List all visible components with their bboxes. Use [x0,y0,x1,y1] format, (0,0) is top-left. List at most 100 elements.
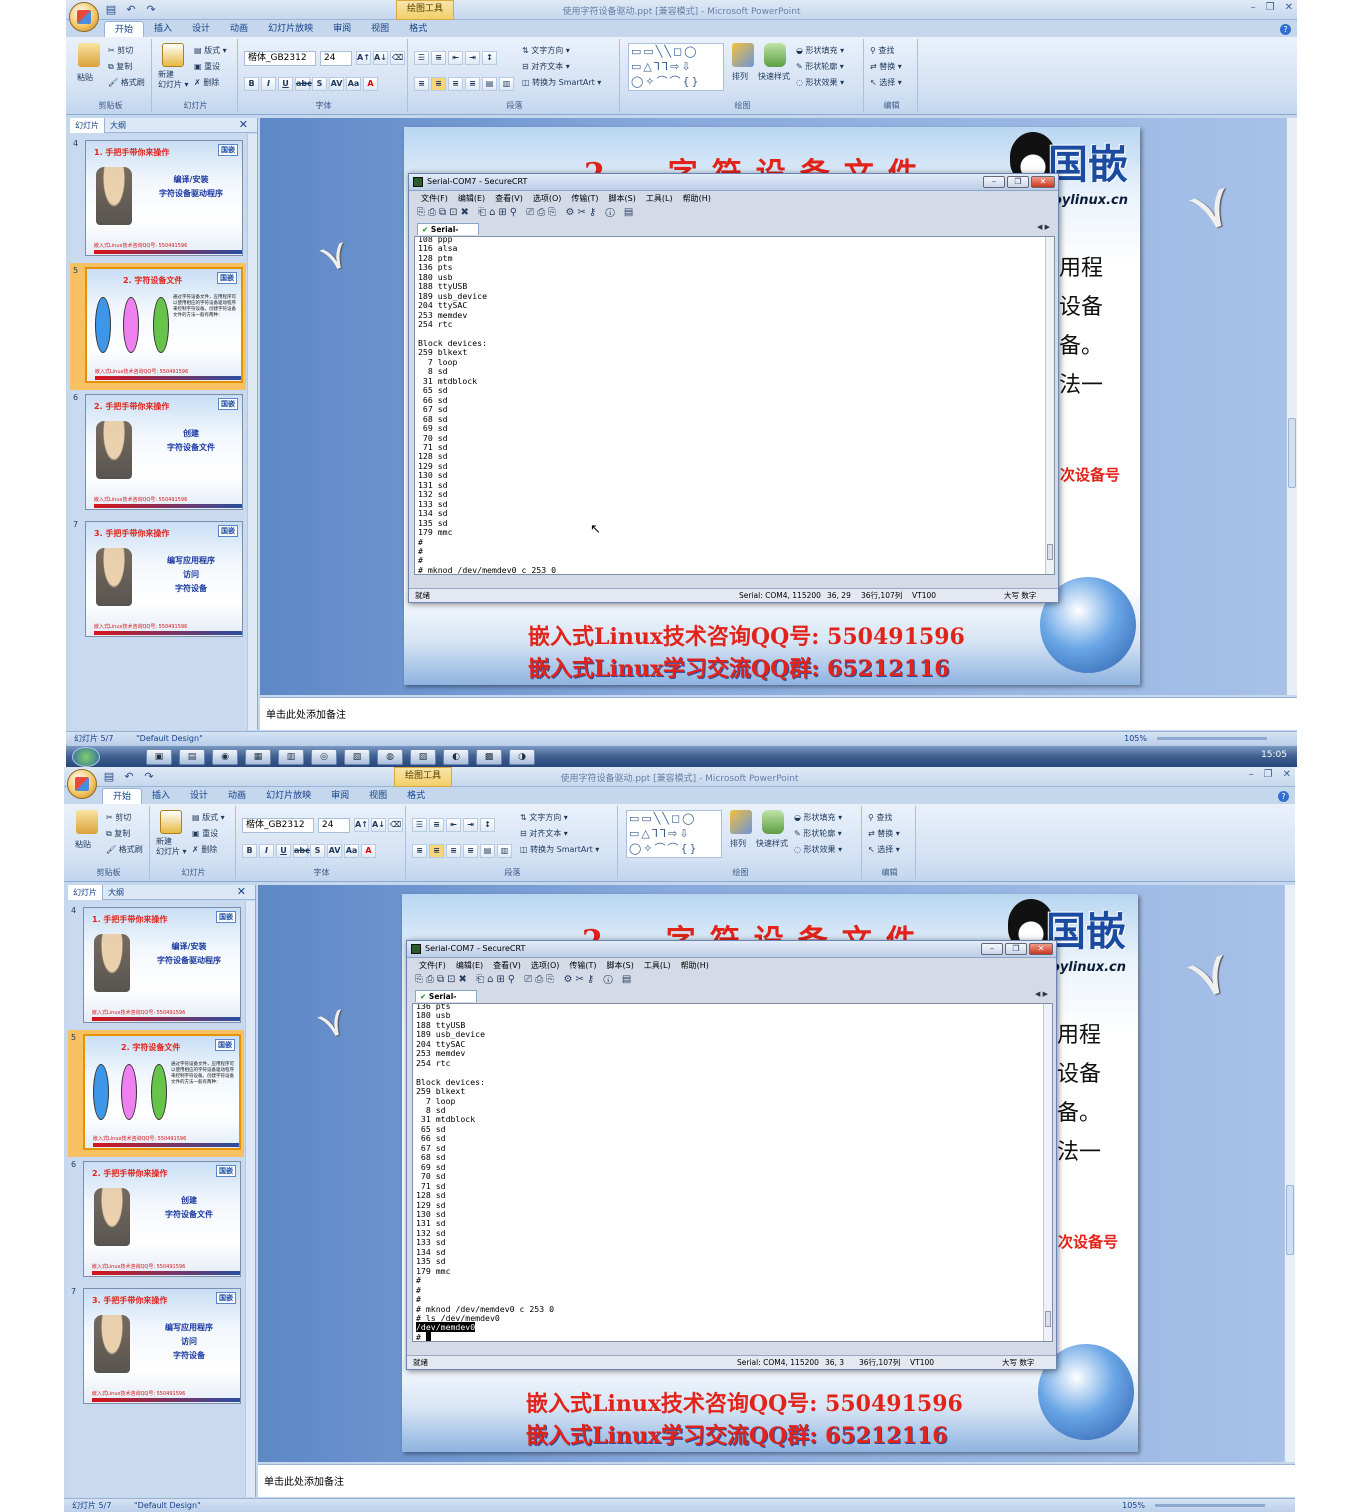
tab-review[interactable]: 审阅 [323,21,361,37]
font-size-select[interactable]: 24 [318,818,350,833]
menu-help[interactable]: 帮助(H) [683,192,711,205]
shape-fill-button[interactable]: ◒ 形状填充 ▾ [794,812,842,823]
grow-font-icon[interactable]: A↑ [354,818,369,832]
slide-thumbnail[interactable]: 2. 手把手带你来操作 国嵌 创建 字符设备文件 嵌入式Linux技术咨询QQ号:… [85,394,243,510]
select-button[interactable]: ↖ 选择 ▾ [868,844,900,855]
new-slide-icon[interactable] [162,43,184,67]
slide-thumbnail[interactable]: 3. 手把手带你来操作 国嵌 编写应用程序 访问 字符设备 嵌入式Linux技术咨询… [83,1288,241,1404]
decrease-indent-icon[interactable]: ⇤ [448,51,463,65]
status-zoom[interactable]: 105% [1124,732,1147,745]
thumbnail-row[interactable]: 4 1. 手把手带你来操作 国嵌 编译/安装 字符设备驱动程序 嵌入式Linux技… [68,903,244,1030]
paste-icon[interactable] [76,810,98,834]
layout-button[interactable]: ▤ 版式 ▾ [192,812,225,823]
taskbar-app-icon[interactable]: ▥ [278,749,304,765]
text-direction-button[interactable]: ⇅ 文字方向 ▾ [522,45,570,56]
tab-slideshow[interactable]: 幻灯片放映 [258,21,323,37]
tab-format[interactable]: 格式 [397,788,435,804]
terminal-output[interactable]: 136 pts 180 usb 188 ttyUSB 189 usb_devic… [412,1003,1053,1342]
paste-button[interactable]: 粘贴 [75,839,91,850]
cut-button[interactable]: ✂ 剪切 [106,812,131,823]
menu-script[interactable]: 脚本(S) [607,959,634,972]
minimize-icon[interactable]: – [983,176,1005,188]
italic-icon[interactable]: I [261,77,276,91]
slide-thumbnail[interactable]: 3. 手把手带你来操作 国嵌 编写应用程序 访问 字符设备 嵌入式Linux技术咨询… [85,521,243,637]
menu-edit[interactable]: 编辑(E) [456,959,483,972]
menu-script[interactable]: 脚本(S) [609,192,636,205]
shadow-icon[interactable]: S [312,77,327,91]
replace-button[interactable]: ⇄ 替换 ▾ [870,61,902,72]
status-zoom[interactable]: 105% [1122,1499,1145,1512]
close-panel-icon[interactable]: ✕ [234,118,253,132]
align-right-icon[interactable]: ≡ [448,77,463,91]
menu-edit[interactable]: 编辑(E) [458,192,485,205]
paste-icon[interactable] [78,43,100,67]
tab-animations[interactable]: 动画 [220,21,258,37]
session-tab[interactable]: ✔ Serial-COM7 [415,990,477,1012]
shrink-font-icon[interactable]: A↓ [371,818,386,832]
terminal-scrollbar[interactable] [1045,237,1054,574]
terminal-scrollbar[interactable] [1043,1004,1052,1341]
taskbar-app-icon[interactable]: ◎ [311,749,337,765]
tab-slides[interactable]: 幻灯片 [70,118,105,133]
bold-icon[interactable]: B [242,844,257,858]
format-painter-button[interactable]: 🖌 格式刷 [106,844,143,855]
font-name-select[interactable]: 楷体_GB2312 [242,818,314,833]
align-left-icon[interactable]: ≡ [412,844,427,858]
menu-options[interactable]: 选项(O) [531,959,560,972]
delete-slide-button[interactable]: ✗ 删除 [192,844,217,855]
quick-styles-icon[interactable] [764,43,786,67]
tab-view[interactable]: 视图 [361,21,399,37]
shrink-font-icon[interactable]: A↓ [373,51,388,65]
arrange-button[interactable]: 排列 [730,838,746,849]
find-button[interactable]: ⚲ 查找 [870,45,894,56]
quick-styles-button[interactable]: 快速样式 [758,71,790,82]
format-painter-button[interactable]: 🖌 格式刷 [108,77,145,88]
taskbar-app-icon[interactable]: ◍ [377,749,403,765]
taskbar-app-icon[interactable]: ▣ [146,749,172,765]
menu-options[interactable]: 选项(O) [533,192,562,205]
tab-insert[interactable]: 插入 [144,21,182,37]
shapes-gallery[interactable]: ▭▭╲╲◻◯ ▭△⅂⅂⇨⇩ ◯✧⌒⌒{} [628,43,724,91]
font-name-select[interactable]: 楷体_GB2312 [244,51,316,66]
tab-outline[interactable]: 大纲 [105,118,131,133]
tab-insert[interactable]: 插入 [142,788,180,804]
menu-tools[interactable]: 工具(L) [644,959,671,972]
align-center-icon[interactable]: ≡ [429,844,444,858]
minimize-icon[interactable]: – [1249,769,1254,780]
stage-scrollbar[interactable] [1284,885,1295,1462]
slide-thumbnail[interactable]: 1. 手把手带你来操作 国嵌 编译/安装 字符设备驱动程序 嵌入式Linux技术咨… [85,140,243,256]
columns-icon[interactable]: ▥ [497,844,512,858]
numbering-icon[interactable]: ≡ [431,51,446,65]
new-slide-button[interactable]: 新建 幻灯片 ▾ [158,70,189,90]
tab-review[interactable]: 审阅 [321,788,359,804]
align-center-icon[interactable]: ≡ [431,77,446,91]
scroll-thumb[interactable] [1288,418,1296,488]
slide-thumbnail[interactable]: 2. 手把手带你来操作 国嵌 创建 字符设备文件 嵌入式Linux技术咨询QQ号:… [83,1161,241,1277]
distribute-icon[interactable]: ▤ [482,77,497,91]
tab-scroll-arrows[interactable]: ◀ ▶ [1035,990,1048,998]
strikethrough-icon[interactable]: abc [295,77,312,91]
panel-scrollbar[interactable] [245,901,255,1497]
zoom-slider[interactable] [1157,737,1267,740]
taskbar-app-icon[interactable]: ▤ [179,749,205,765]
change-case-icon[interactable]: Aa [344,844,359,858]
tab-view[interactable]: 视图 [359,788,397,804]
align-text-button[interactable]: ⊟ 对齐文本 ▾ [522,61,570,72]
thumbnail-row-selected[interactable]: 5 2. 字符设备文件 国嵌 通过字符设备文件，应用程序可以使用相应的字符设备驱… [68,1030,244,1157]
restore-icon[interactable]: ❐ [1005,943,1027,955]
bullets-icon[interactable]: ☰ [412,818,427,832]
scroll-thumb[interactable] [1047,544,1053,560]
help-icon[interactable]: ? [1278,791,1289,802]
system-clock[interactable]: 15:05 [1261,750,1287,760]
taskbar-app-icon[interactable]: ◉ [212,749,238,765]
quick-styles-button[interactable]: 快速样式 [756,838,788,849]
char-spacing-icon[interactable]: AV [329,77,344,91]
select-button[interactable]: ↖ 选择 ▾ [870,77,902,88]
distribute-icon[interactable]: ▤ [480,844,495,858]
tab-design[interactable]: 设计 [182,21,220,37]
tab-outline[interactable]: 大纲 [103,885,129,900]
change-case-icon[interactable]: Aa [346,77,361,91]
minimize-icon[interactable]: – [1251,2,1256,13]
arrange-icon[interactable] [730,810,752,834]
menu-view[interactable]: 查看(V) [495,192,523,205]
